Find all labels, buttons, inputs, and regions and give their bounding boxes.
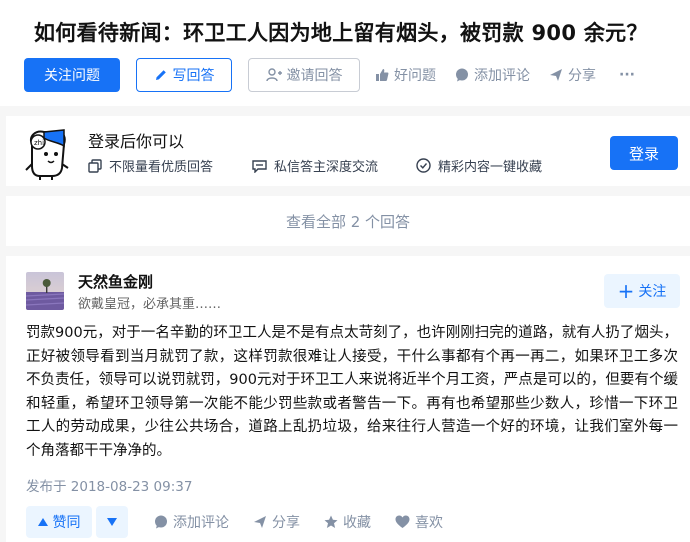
more-button[interactable]: ···	[619, 67, 635, 83]
question-title: 如何看待新闻：环卫工人因为地上留有烟头，被罚款 900 余元？	[34, 21, 648, 45]
answer-share-button[interactable]: 分享	[253, 512, 300, 532]
question-header: 如何看待新闻：环卫工人因为地上留有烟头，被罚款 900 余元？ 关注问题 写回答…	[0, 0, 690, 106]
good-question-button[interactable]: 好问题	[375, 65, 436, 85]
upvote-label: 赞同	[52, 515, 81, 531]
follow-author-label: 关注	[638, 284, 667, 300]
invite-answer-button[interactable]: 邀请回答	[248, 58, 360, 92]
share-icon	[550, 69, 562, 81]
perk-unlimited-answers: 不限量看优质回答	[88, 156, 213, 175]
answer-comment-button[interactable]: 添加评论	[154, 512, 229, 532]
collect-icon	[416, 158, 431, 173]
answer-comment-label: 添加评论	[173, 515, 229, 531]
answer-share-label: 分享	[272, 515, 300, 531]
message-icon	[252, 159, 267, 173]
write-answer-button[interactable]: 写回答	[136, 58, 232, 92]
author-bio: 欲戴皇冠，必承其重……	[78, 297, 222, 312]
perk-label: 私信答主深度交流	[274, 160, 379, 175]
comment-icon	[155, 515, 167, 529]
invite-answer-label: 邀请回答	[286, 68, 343, 84]
answer-actions: 赞同 添加评论 分享 收藏 喜欢	[26, 506, 443, 538]
add-comment-button[interactable]: 添加评论	[455, 65, 530, 85]
like-button[interactable]: 喜欢	[395, 512, 443, 532]
share-icon	[254, 516, 266, 528]
upvote-button[interactable]: 赞同	[26, 506, 92, 538]
triangle-down-icon	[107, 518, 117, 526]
login-prompt-title: 登录后你可以	[88, 132, 185, 151]
perk-private-message: 私信答主深度交流	[252, 156, 378, 175]
perk-label: 精彩内容一键收藏	[438, 160, 543, 175]
thumbs-up-icon	[376, 69, 389, 81]
share-button[interactable]: 分享	[549, 65, 596, 85]
author-name[interactable]: 天然鱼金刚	[78, 271, 153, 292]
follow-question-button[interactable]: 关注问题	[24, 58, 120, 92]
add-user-icon	[265, 68, 282, 82]
svg-text:zhi: zhi	[34, 139, 44, 147]
triangle-up-icon	[37, 518, 48, 526]
question-actions: 关注问题 写回答 邀请回答 好问题 添加评论 分享 ···	[24, 58, 635, 92]
write-answer-label: 写回答	[172, 68, 215, 84]
publish-time[interactable]: 发布于 2018-08-23 09:37	[26, 475, 192, 495]
downvote-button[interactable]	[96, 506, 128, 538]
perk-label: 不限量看优质回答	[109, 160, 214, 175]
pencil-icon	[155, 70, 166, 80]
collect-label: 收藏	[343, 515, 371, 531]
answer-content: 罚款900元，对于一名辛勤的环卫工人是不是有点太苛刻了，也许刚刚扫完的道路，就有…	[26, 325, 678, 459]
star-icon	[324, 515, 338, 528]
comment-icon	[456, 68, 468, 82]
avatar[interactable]	[26, 272, 64, 310]
share-label: 分享	[568, 68, 596, 84]
add-comment-label: 添加评论	[474, 68, 530, 84]
lavender-field-avatar-image	[26, 272, 64, 310]
copy-icon	[88, 158, 102, 173]
answer-card: 天然鱼金刚 欲戴皇冠，必承其重…… + 关注 罚款900元，对于一名辛勤的环卫工…	[6, 256, 690, 542]
follow-author-button[interactable]: + 关注	[604, 274, 680, 308]
view-all-answers-link[interactable]: 查看全部 2 个回答	[6, 196, 690, 246]
perk-collect: 精彩内容一键收藏	[416, 156, 542, 175]
heart-icon	[395, 515, 410, 528]
login-button[interactable]: 登录	[610, 136, 678, 170]
collect-button[interactable]: 收藏	[324, 512, 371, 532]
mascot-icon: zhi	[25, 129, 69, 180]
good-question-label: 好问题	[394, 68, 436, 84]
login-banner: zhi 登录后你可以 不限量看优质回答 私信答主深度交流 精彩内容一键收藏 登录	[6, 116, 690, 186]
like-label: 喜欢	[415, 515, 443, 531]
plus-icon: +	[617, 279, 635, 303]
